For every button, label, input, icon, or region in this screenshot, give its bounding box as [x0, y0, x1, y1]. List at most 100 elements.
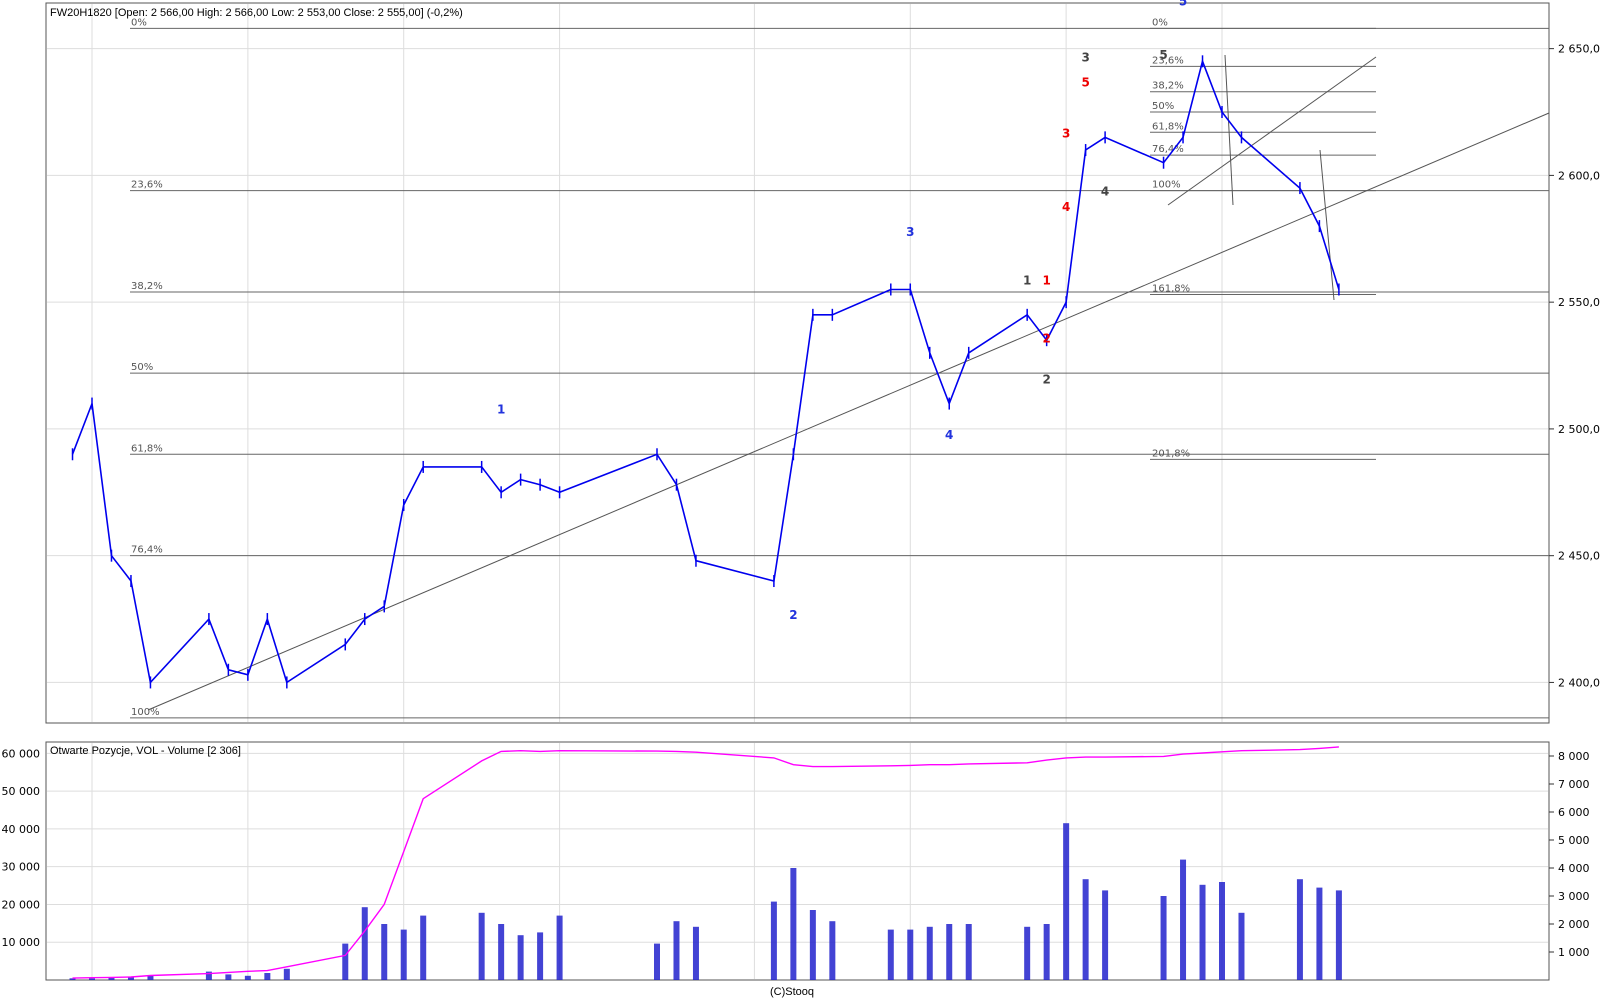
volume-bar [342, 943, 349, 980]
copyright-label: (C)Stooq [770, 986, 815, 998]
open-interest-axis: 10 000 20 000 30 000 40 000 50 000 60 000 [2, 747, 41, 949]
volume-bar [420, 915, 427, 980]
price-y-axis: 2 400,0 2 450,0 2 500,0 2 550,0 2 600,0 2 650… [1549, 43, 1600, 689]
open-interest-y-label: 30 000 [2, 861, 41, 874]
fib-left-label: 0% [131, 17, 147, 28]
volume-bar [887, 929, 894, 980]
fib-left-label: 61,8% [131, 443, 163, 454]
open-interest-y-label: 40 000 [2, 823, 41, 836]
volume-bar [381, 924, 388, 980]
volume-plot-frame [45, 741, 1550, 981]
volume-bar [790, 868, 797, 980]
wave-label: 2 [1042, 332, 1050, 346]
wave-label: 4 [1062, 200, 1070, 214]
price-y-label: 2 400,0 [1558, 676, 1600, 689]
volume-bar [1335, 890, 1342, 980]
volume-bar [361, 907, 368, 980]
fib-left-label: 100% [131, 707, 160, 718]
volume-bar [517, 935, 524, 980]
fib-right-label: 23,6% [1152, 55, 1184, 66]
wave-label: 1 [497, 403, 505, 417]
wave-label: 3 [906, 225, 914, 239]
volume-bar [1024, 926, 1031, 980]
volume-y-label: 6 000 [1558, 806, 1590, 819]
volume-bar [829, 921, 836, 980]
volume-bar [1043, 924, 1050, 980]
volume-bar [244, 975, 251, 980]
price-y-label: 2 450,0 [1558, 550, 1600, 563]
volume-bar [926, 926, 933, 980]
fib-left-label: 50% [131, 362, 153, 373]
price-y-label: 2 500,0 [1558, 423, 1600, 436]
wave-label: 1 [1042, 273, 1050, 287]
volume-bar [264, 973, 271, 980]
wave-label: 2 [789, 608, 797, 622]
volume-bar [673, 921, 680, 980]
volume-bar [1082, 879, 1089, 980]
fib-right-label: 201,8% [1152, 448, 1190, 459]
volume-bar [965, 924, 972, 980]
wave-label: 5 [1159, 48, 1167, 62]
fib-right-label: 161,8% [1152, 284, 1190, 295]
wave-label: 1 [1023, 273, 1031, 287]
volume-bar [907, 929, 914, 980]
volume-axis: 1 000 2 000 3 000 4 000 5 000 6 000 7 000 8 000 [1549, 750, 1590, 959]
wave-label: 5 [1179, 0, 1187, 9]
price-y-label: 2 650,0 [1558, 43, 1600, 56]
volume-bar [1296, 879, 1303, 980]
open-interest-y-label: 20 000 [2, 898, 41, 911]
volume-y-label: 2 000 [1558, 918, 1590, 931]
volume-bar [89, 978, 95, 980]
volume-y-label: 3 000 [1558, 890, 1590, 903]
fib-right-label: 100% [1152, 180, 1181, 191]
fib-left-label: 23,6% [131, 180, 163, 191]
open-interest-y-label: 50 000 [2, 785, 41, 798]
wave-label: 4 [945, 428, 953, 442]
volume-bar [498, 924, 505, 980]
volume-bar [654, 943, 660, 980]
wave-label: 2 [1042, 372, 1050, 386]
volume-y-label: 1 000 [1558, 946, 1590, 959]
volume-chart: 10 000 20 000 30 000 40 000 50 000 60 000 1 0… [2, 741, 1590, 981]
volume-bar [1102, 890, 1109, 980]
volume-bar [770, 901, 777, 980]
fib-right-label: 0% [1152, 17, 1168, 28]
volume-bar [225, 974, 232, 980]
price-y-label: 2 550,0 [1558, 296, 1600, 309]
volume-bar [1316, 887, 1323, 980]
fib-right-label: 76,4% [1152, 144, 1184, 155]
volume-bar [400, 929, 407, 980]
volume-bar [1219, 882, 1225, 980]
wave-label: 4 [1101, 185, 1109, 199]
volume-bar [809, 910, 816, 980]
chart-window: 0% 23,6% 38,2% 50% 61,8% 76,4% 100% 0% 23,6% 38,… [0, 0, 1600, 1000]
volume-y-label: 4 000 [1558, 862, 1590, 875]
volume-y-label: 8 000 [1558, 750, 1590, 763]
open-interest-y-label: 60 000 [2, 747, 41, 760]
wave-label: 3 [1081, 50, 1089, 64]
price-info-header: FW20H1820 [Open: 2 566,00 High: 2 566,00… [50, 7, 463, 19]
volume-bar [1199, 884, 1206, 980]
fib-right-label: 38,2% [1152, 81, 1184, 92]
volume-bar [692, 926, 699, 980]
open-interest-y-label: 10 000 [2, 936, 41, 949]
volume-bar [283, 968, 290, 980]
fib-right-label: 50% [1152, 101, 1174, 112]
volume-bar [537, 932, 544, 980]
fib-right-label: 61,8% [1152, 121, 1184, 132]
volume-bar [946, 924, 953, 980]
volume-bar [147, 975, 154, 980]
volume-bar [478, 912, 485, 980]
wave-label: 3 [1062, 126, 1070, 140]
wave-label: 5 [1081, 76, 1089, 90]
volume-bar [1180, 859, 1187, 980]
volume-y-label: 7 000 [1558, 778, 1590, 791]
volume-bar [556, 915, 563, 980]
volume-bar [1238, 912, 1245, 980]
volume-bar [1160, 896, 1167, 980]
fib-left-label: 76,4% [131, 545, 163, 556]
volume-info-header: Otwarte Pozycje, VOL - Volume [2 306] [50, 745, 241, 757]
price-y-label: 2 600,0 [1558, 169, 1600, 182]
volume-bar [1063, 823, 1070, 980]
volume-y-label: 5 000 [1558, 834, 1590, 847]
